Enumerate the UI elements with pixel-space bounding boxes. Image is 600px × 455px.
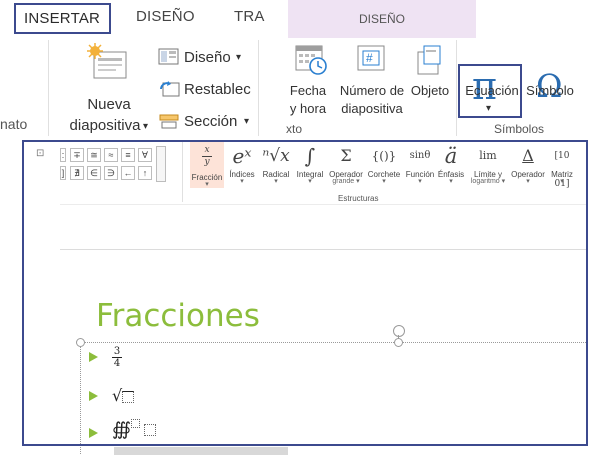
hash-glyph: # xyxy=(366,51,373,65)
calendar-clock-icon[interactable] xyxy=(294,42,328,76)
object-icon[interactable] xyxy=(414,44,444,76)
equation-dropdown-icon[interactable]: ▾ xyxy=(486,100,491,117)
date-time-label-2[interactable]: y hora xyxy=(286,100,330,117)
partial-group-label: nato xyxy=(0,116,28,132)
section-button[interactable]: Sección xyxy=(184,113,237,130)
symbol-label[interactable]: Símbolo xyxy=(522,82,578,99)
slide-number-label-2[interactable]: diapositiva xyxy=(336,100,408,117)
equation-area-highlight xyxy=(22,140,588,446)
section-icon[interactable] xyxy=(158,112,180,130)
new-slide-label[interactable]: Nueva xyxy=(74,96,144,113)
group-separator xyxy=(258,40,259,136)
tab-contextual-diseno[interactable]: DISEÑO xyxy=(288,12,476,26)
ribbon: nato Nueva diapositiva ▾ Diseño ▾ Restab… xyxy=(0,38,600,138)
section-dropdown-icon[interactable]: ▾ xyxy=(244,113,249,130)
new-slide-dropdown-icon[interactable]: ▾ xyxy=(143,118,148,135)
equation-label[interactable]: Ecuación xyxy=(462,82,522,99)
group-separator xyxy=(48,40,49,136)
layout-icon[interactable] xyxy=(158,48,180,66)
object-label[interactable]: Objeto xyxy=(408,82,452,99)
new-slide-label-2[interactable]: diapositiva xyxy=(60,117,150,134)
tab-transiciones[interactable]: TRA xyxy=(234,8,265,25)
text-group-label: xto xyxy=(286,122,303,136)
layout-dropdown-icon[interactable]: ▾ xyxy=(236,49,241,66)
layout-button[interactable]: Diseño xyxy=(184,49,231,66)
reset-button[interactable]: Restablec xyxy=(184,81,251,98)
tab-insertar[interactable]: INSERTAR xyxy=(14,3,112,34)
horizontal-scrollbar[interactable] xyxy=(114,447,288,455)
reset-icon[interactable] xyxy=(158,80,180,98)
group-separator xyxy=(456,40,457,136)
symbols-group-label: Símbolos xyxy=(494,122,545,136)
contextual-tab-band: DISEÑO xyxy=(288,0,476,38)
tab-diseno[interactable]: DISEÑO xyxy=(136,8,195,25)
ribbon-tab-strip: DISEÑO INSERTAR DISEÑO TRA xyxy=(0,0,600,38)
date-time-label[interactable]: Fecha xyxy=(286,82,330,99)
new-slide-icon[interactable] xyxy=(86,42,130,82)
slide-number-label[interactable]: Número de xyxy=(336,82,408,99)
